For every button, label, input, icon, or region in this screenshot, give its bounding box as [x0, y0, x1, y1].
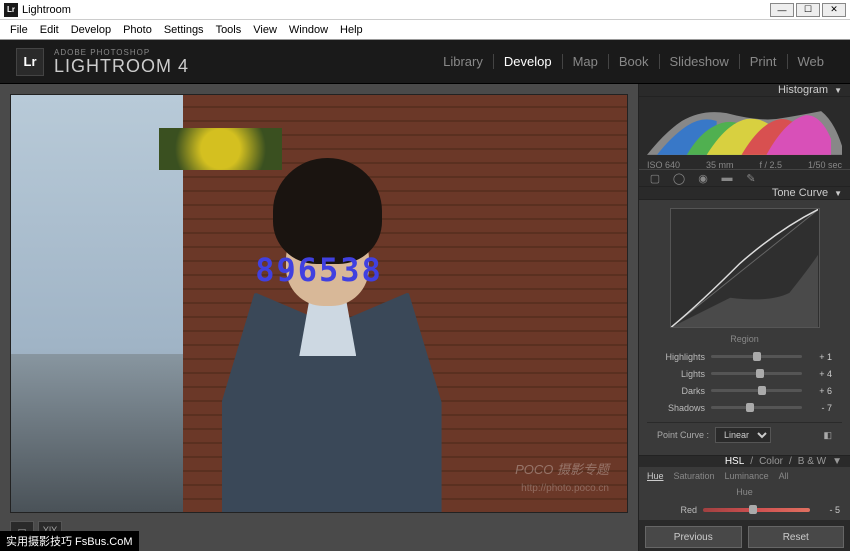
crop-tool-icon[interactable]: ▢ — [647, 170, 663, 186]
menu-view[interactable]: View — [247, 24, 283, 36]
histogram-header[interactable]: Histogram▼ — [639, 84, 850, 97]
menu-window[interactable]: Window — [283, 24, 334, 36]
hsl-header[interactable]: HSL/ Color/ B & W ▼ — [639, 455, 850, 467]
reset-button[interactable]: Reset — [748, 526, 845, 548]
tool-strip: ▢ ◯ ◉ ▬ ✎ — [639, 169, 850, 187]
menu-settings[interactable]: Settings — [158, 24, 210, 36]
menu-help[interactable]: Help — [334, 24, 369, 36]
logo-badge: Lr — [16, 48, 44, 76]
menu-file[interactable]: File — [4, 24, 34, 36]
slider-lights[interactable]: Lights + 4 — [657, 365, 832, 382]
minimize-button[interactable]: — — [770, 3, 794, 17]
menu-photo[interactable]: Photo — [117, 24, 158, 36]
slider-darks[interactable]: Darks + 6 — [657, 382, 832, 399]
app-icon: Lr — [4, 3, 18, 17]
chevron-down-icon: ▼ — [834, 189, 842, 198]
menubar: File Edit Develop Photo Settings Tools V… — [0, 20, 850, 40]
module-develop[interactable]: Develop — [494, 54, 563, 69]
chevron-down-icon: ▼ — [834, 86, 842, 95]
tab-all[interactable]: All — [779, 471, 789, 481]
histogram-panel[interactable]: ISO 640 35 mm f / 2.5 1/50 sec — [639, 97, 850, 169]
spot-tool-icon[interactable]: ◯ — [671, 170, 687, 186]
menu-develop[interactable]: Develop — [65, 24, 117, 36]
module-book[interactable]: Book — [609, 54, 660, 69]
photo-preview[interactable]: 896538 POCO 摄影专题 http://photo.poco.cn — [10, 94, 628, 513]
tone-curve-graph[interactable] — [670, 208, 820, 328]
menu-edit[interactable]: Edit — [34, 24, 65, 36]
slider-shadows[interactable]: Shadows - 7 — [657, 399, 832, 416]
app-header: Lr ADOBE PHOTOSHOP LIGHTROOM 4 Library D… — [0, 40, 850, 84]
chevron-down-icon: ▼ — [832, 456, 842, 467]
window-title: Lightroom — [22, 4, 71, 16]
module-print[interactable]: Print — [740, 54, 788, 69]
module-picker: Library Develop Map Book Slideshow Print… — [433, 54, 834, 69]
menu-tools[interactable]: Tools — [210, 24, 248, 36]
footer-watermark: 实用摄影技巧 FsBus.CoM — [0, 531, 139, 551]
region-label: Region — [647, 328, 842, 346]
module-map[interactable]: Map — [563, 54, 609, 69]
tab-saturation[interactable]: Saturation — [674, 471, 715, 481]
point-curve-select[interactable]: Linear — [715, 427, 771, 443]
watermark-url: http://photo.poco.cn — [521, 483, 609, 494]
close-button[interactable]: ✕ — [822, 3, 846, 17]
previous-button[interactable]: Previous — [645, 526, 742, 548]
watermark-brand: POCO 摄影专题 — [515, 459, 609, 478]
histogram-graph — [647, 101, 842, 155]
window-titlebar: Lr Lightroom — ☐ ✕ — [0, 0, 850, 20]
module-web[interactable]: Web — [788, 54, 835, 69]
redeye-tool-icon[interactable]: ◉ — [695, 170, 711, 186]
slider-highlights[interactable]: Highlights + 1 — [657, 348, 832, 365]
module-slideshow[interactable]: Slideshow — [660, 54, 740, 69]
module-library[interactable]: Library — [433, 54, 494, 69]
maximize-button[interactable]: ☐ — [796, 3, 820, 17]
main-canvas: 896538 POCO 摄影专题 http://photo.poco.cn ▭ … — [0, 84, 638, 551]
tab-hue[interactable]: Hue — [647, 471, 664, 481]
grad-filter-icon[interactable]: ▬ — [719, 170, 735, 186]
curve-edit-icon[interactable]: ◧ — [823, 430, 832, 441]
hue-label: Hue — [639, 485, 850, 499]
tab-luminance[interactable]: Luminance — [725, 471, 769, 481]
brand-name: LIGHTROOM 4 — [54, 57, 189, 75]
overlay-code: 896538 — [255, 251, 383, 289]
point-curve-label: Point Curve : — [657, 430, 709, 440]
slider-red[interactable]: Red - 5 — [649, 501, 840, 518]
right-panel: Histogram▼ ISO 640 35 mm f / 2.5 1/50 se… — [638, 84, 850, 551]
hsl-tabs: Hue Saturation Luminance All — [639, 467, 850, 485]
brush-tool-icon[interactable]: ✎ — [743, 170, 759, 186]
tone-curve-header[interactable]: Tone Curve▼ — [639, 187, 850, 200]
